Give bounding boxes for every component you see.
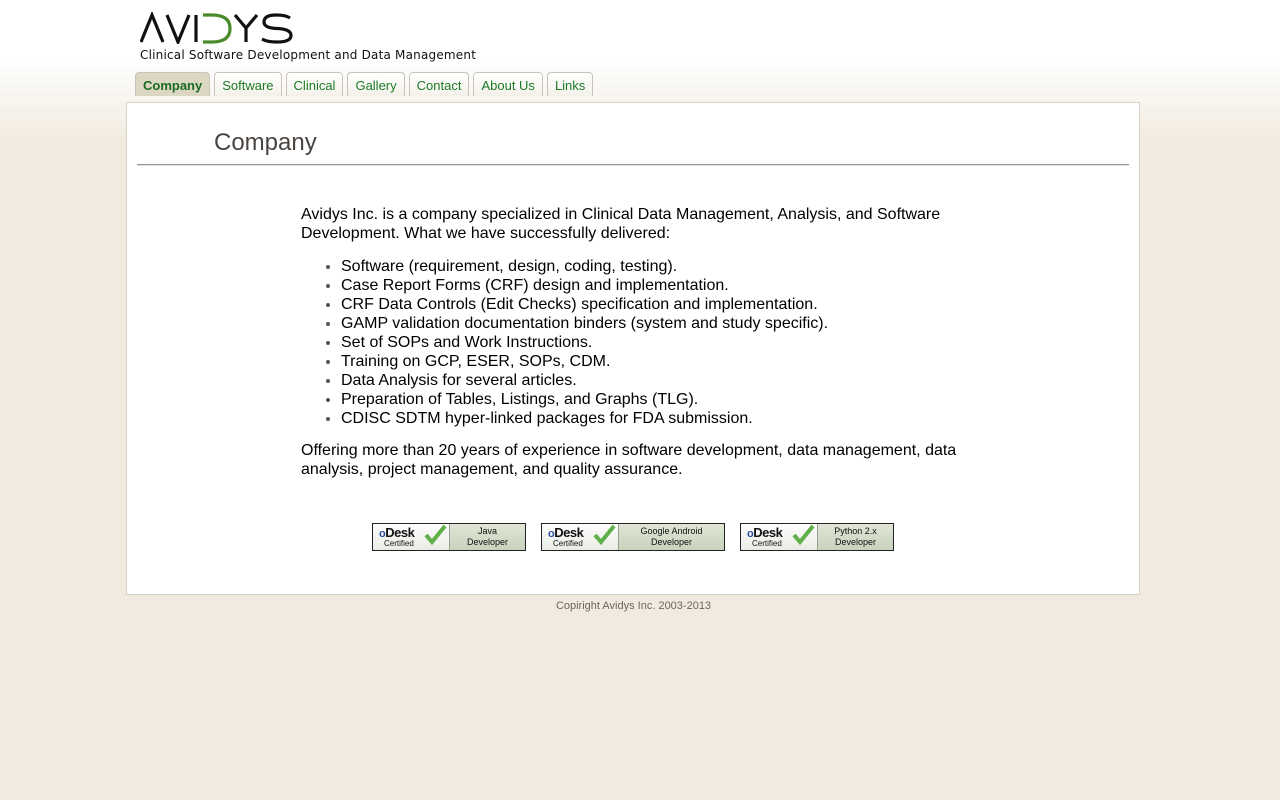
tab-gallery[interactable]: Gallery [347, 72, 405, 96]
tab-company[interactable]: Company [135, 72, 211, 96]
deliverables-list: Software (requirement, design, coding, t… [301, 257, 971, 428]
list-item: CDISC SDTM hyper-linked packages for FDA… [326, 409, 971, 428]
experience-paragraph: Offering more than 20 years of experienc… [301, 442, 957, 478]
company-description: Avidys Inc. is a company specialized in … [301, 205, 971, 479]
title-divider [137, 164, 1129, 166]
list-item: CRF Data Controls (Edit Checks) specific… [326, 295, 971, 314]
certification-badges: oDesk Certified Java Developer oDesk Cer… [372, 523, 894, 551]
checkmark-icon [792, 524, 815, 546]
tab-contact[interactable]: Contact [408, 72, 470, 96]
odesk-android-badge[interactable]: oDesk Certified Google Android Developer [541, 523, 725, 551]
copyright-footer: Copiright Avidys Inc. 2003-2013 [555, 600, 712, 612]
tab-about-us[interactable]: About Us [473, 72, 543, 96]
odesk-java-badge[interactable]: oDesk Certified Java Developer [372, 523, 526, 551]
list-item: Software (requirement, design, coding, t… [326, 257, 971, 276]
main-nav: Company Software Clinical Gallery Contac… [135, 72, 594, 97]
intro-paragraph: Avidys Inc. is a company specialized in … [301, 206, 941, 242]
list-item: Case Report Forms (CRF) design and imple… [326, 276, 971, 295]
page-title: Company [214, 129, 317, 156]
odesk-python-badge[interactable]: oDesk Certified Python 2.x Developer [740, 523, 894, 551]
tab-clinical[interactable]: Clinical [285, 72, 344, 96]
tagline: Clinical Software Development and Data M… [140, 48, 477, 62]
list-item: Training on GCP, ESER, SOPs, CDM. [326, 352, 971, 371]
list-item: GAMP validation documentation binders (s… [326, 314, 971, 333]
content-panel: Company Avidys Inc. is a company special… [126, 102, 1140, 595]
list-item: Set of SOPs and Work Instructions. [326, 333, 971, 352]
list-item: Data Analysis for several articles. [326, 371, 971, 390]
checkmark-icon [424, 524, 447, 546]
list-item: Preparation of Tables, Listings, and Gra… [326, 390, 971, 409]
tab-software[interactable]: Software [214, 72, 282, 96]
avidys-logo[interactable] [140, 12, 300, 44]
checkmark-icon [593, 524, 616, 546]
tab-links[interactable]: Links [546, 72, 594, 96]
